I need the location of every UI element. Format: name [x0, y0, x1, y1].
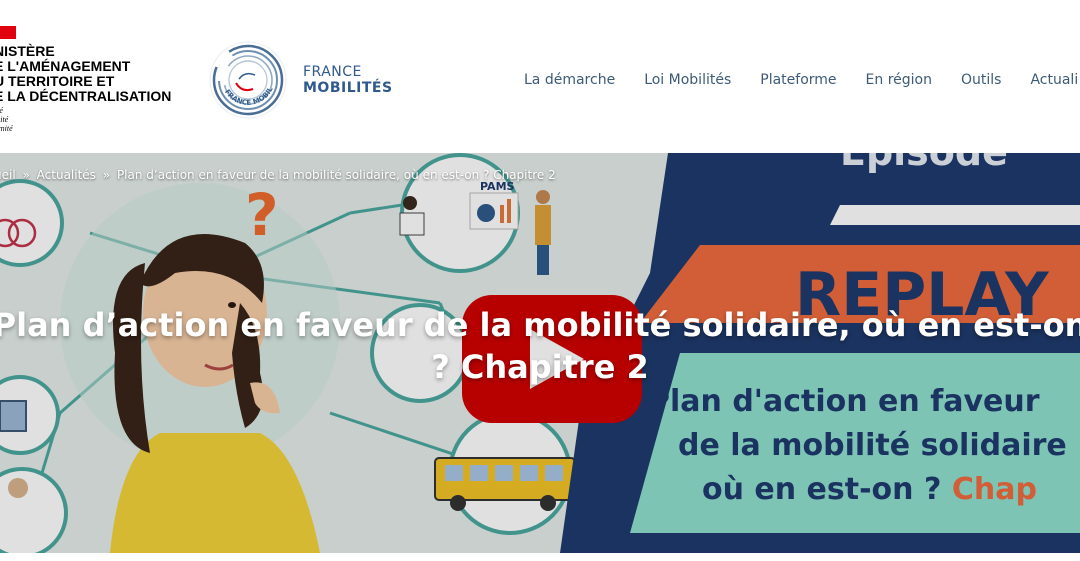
nav-item-plateforme[interactable]: Plateforme: [760, 72, 836, 88]
hero-banner: PAMS ? Episode REPLAY Plan d'action en f…: [0, 153, 1080, 553]
breadcrumb-separator: »: [22, 168, 30, 182]
breadcrumb-separator: »: [102, 168, 111, 182]
content-start: [0, 553, 1080, 561]
motto-line: ernité: [0, 124, 13, 133]
site-header: NISTÈRE E L'AMÉNAGEMENT U TERRITOIRE ET …: [0, 0, 1080, 153]
motto-line: alité: [0, 115, 9, 124]
ministry-line: U TERRITOIRE ET: [0, 73, 115, 89]
breadcrumb-home[interactable]: ueil: [0, 168, 16, 182]
nav-item-la-demarche[interactable]: La démarche: [524, 72, 615, 88]
ministry-line: E L'AMÉNAGEMENT: [0, 58, 131, 74]
wordmark-line2: MOBILITÉS: [303, 80, 393, 96]
marianne-flag: [0, 26, 16, 39]
wordmark-line1: FRANCE: [303, 64, 362, 80]
france-mobilites-logo-icon[interactable]: FRANCE MOBILITÉS: [209, 41, 287, 119]
nav-item-actualites[interactable]: Actuali: [1030, 72, 1078, 88]
breadcrumb-actualites[interactable]: Actualités: [37, 168, 96, 182]
nav-item-en-region[interactable]: En région: [866, 72, 932, 88]
ministry-line: NISTÈRE: [0, 43, 55, 59]
nav-item-loi-mobilites[interactable]: Loi Mobilités: [644, 72, 731, 88]
breadcrumb-current: Plan d’action en faveur de la mobilité s…: [116, 168, 556, 182]
ministry-name: NISTÈRE E L'AMÉNAGEMENT U TERRITOIRE ET …: [0, 44, 171, 104]
motto-line: rté: [0, 106, 13, 115]
ministry-line: E LA DÉCENTRALISATION: [0, 88, 172, 104]
nav-item-outils[interactable]: Outils: [961, 72, 1001, 88]
main-navigation: La démarche Loi Mobilités Plateforme En rég…: [524, 72, 1080, 88]
breadcrumb: ueil » Actualités » Plan d’action en fav…: [0, 168, 556, 182]
republic-motto: rté alité ernité: [0, 106, 13, 133]
france-mobilites-wordmark[interactable]: FRANCE MOBILITÉS: [303, 64, 393, 96]
page-title: Plan d’action en faveur de la mobilité s…: [0, 306, 1080, 386]
